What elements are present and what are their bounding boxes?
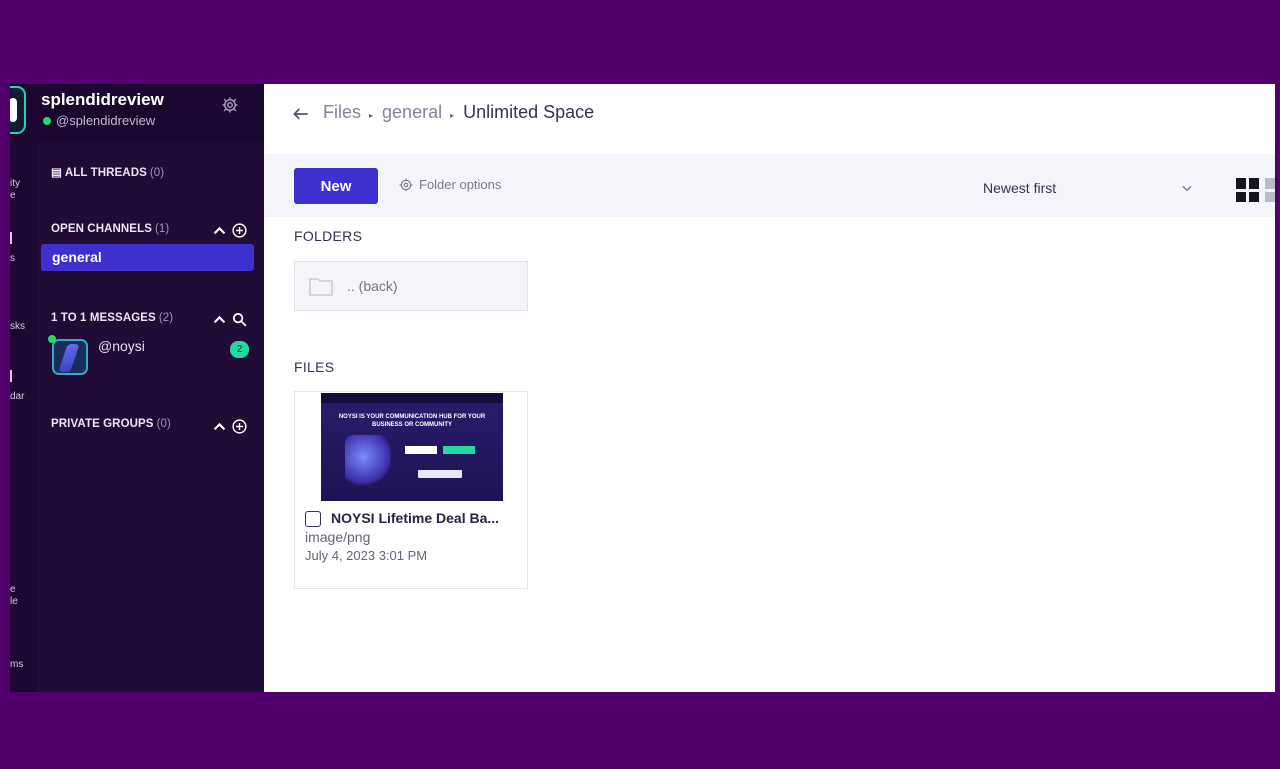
rail-label-channels[interactable]: s: [10, 253, 15, 265]
arrow-left-icon[interactable]: [291, 104, 311, 124]
user-handle: @splendidreview: [56, 113, 156, 128]
sidebar: splendidreview @splendidreview ▤ ALL THR…: [37, 84, 264, 692]
all-threads-link[interactable]: ▤ ALL THREADS (0): [51, 165, 164, 179]
rail-label-activity-2[interactable]: e: [10, 190, 16, 202]
files-header: Files ▸ general ▸ Unlimited Space: [264, 84, 1275, 154]
direct-messages-header: 1 TO 1 MESSAGES (2): [51, 312, 173, 324]
online-status-dot: [43, 117, 51, 125]
gear-icon[interactable]: [221, 96, 239, 114]
folder-options-label: Folder options: [419, 177, 502, 192]
private-groups-count: (0): [156, 418, 171, 430]
file-thumbnail[interactable]: NOYSI IS YOUR COMMUNICATION HUB FOR YOUR…: [321, 393, 503, 501]
files-main: Files ▸ general ▸ Unlimited Space New Fo…: [264, 84, 1275, 692]
chevron-down-icon[interactable]: [1179, 181, 1195, 195]
rail-label-people[interactable]: e: [10, 584, 16, 596]
breadcrumb-current: Unlimited Space: [463, 102, 595, 122]
list-view-icon[interactable]: [1265, 178, 1275, 202]
left-rail: ity e s sks dar e le ms: [10, 84, 37, 692]
thumbnail-nav: [321, 393, 503, 403]
app-window: ity e s sks dar e le ms splendidreview @…: [10, 84, 1275, 692]
all-threads-label: ALL THREADS: [64, 167, 147, 179]
breadcrumb-separator-icon: ▸: [450, 111, 455, 120]
new-button[interactable]: New: [294, 168, 378, 204]
private-groups-actions: [211, 418, 248, 435]
open-channels-label: OPEN CHANNELS: [51, 223, 152, 235]
folder-options-button[interactable]: Folder options: [399, 177, 501, 192]
workspace-name[interactable]: splendidreview: [41, 90, 164, 110]
folders-heading: FOLDERS: [294, 228, 363, 244]
open-channels-count: (1): [154, 223, 170, 235]
private-groups-label: PRIVATE GROUPS: [51, 418, 154, 430]
thumbnail-button: [443, 446, 475, 454]
direct-messages-label: 1 TO 1 MESSAGES: [51, 312, 156, 324]
folder-icon: [309, 278, 333, 296]
breadcrumb-separator-icon: ▸: [369, 111, 374, 120]
all-threads-count: (0): [149, 167, 165, 179]
chevron-up-icon[interactable]: [211, 222, 228, 239]
add-group-icon[interactable]: [231, 418, 248, 435]
file-date: July 4, 2023 3:01 PM: [305, 548, 428, 563]
search-icon[interactable]: [231, 311, 248, 328]
file-name[interactable]: NOYSI Lifetime Deal Ba...: [331, 510, 499, 526]
rail-label-calendar[interactable]: dar: [10, 391, 24, 403]
open-channels-header: OPEN CHANNELS (1): [51, 223, 169, 235]
open-channels-actions: [211, 222, 248, 239]
thumbnail-headline: NOYSI IS YOUR COMMUNICATION HUB FOR YOUR…: [338, 414, 486, 428]
unread-badge: 2: [230, 341, 249, 358]
rail-channels-icon[interactable]: [10, 232, 12, 244]
gear-icon: [399, 178, 413, 191]
direct-messages-count: (2): [158, 312, 174, 324]
breadcrumb-general[interactable]: general: [382, 102, 442, 123]
chevron-up-icon[interactable]: [211, 418, 228, 435]
file-card[interactable]: NOYSI IS YOUR COMMUNICATION HUB FOR YOUR…: [294, 391, 528, 589]
rail-label-teams[interactable]: ms: [10, 659, 23, 671]
file-type: image/png: [305, 529, 371, 545]
add-channel-icon[interactable]: [231, 222, 248, 239]
chevron-up-icon[interactable]: [211, 311, 228, 328]
folder-back-label: .. (back): [347, 278, 398, 294]
file-select-checkbox[interactable]: [305, 511, 321, 527]
folder-back[interactable]: .. (back): [294, 261, 528, 311]
breadcrumb-files[interactable]: Files: [323, 102, 361, 123]
thumbnail-cta: [418, 470, 462, 478]
private-groups-header: PRIVATE GROUPS (0): [51, 418, 171, 430]
threads-icon: ▤: [51, 167, 62, 179]
rail-label-people-2[interactable]: le: [10, 596, 18, 608]
rail-label-tasks[interactable]: sks: [10, 321, 25, 333]
grid-view-icon[interactable]: [1236, 178, 1260, 202]
avatar[interactable]: [52, 339, 88, 375]
workspace-header: splendidreview @splendidreview: [37, 84, 264, 143]
thumbnail-input: [405, 446, 437, 454]
files-heading: FILES: [294, 359, 335, 375]
rail-label-activity[interactable]: ity: [10, 178, 20, 190]
dm-online-dot: [48, 335, 56, 343]
rail-calendar-icon[interactable]: [10, 370, 12, 382]
channel-general[interactable]: general: [41, 244, 254, 271]
sort-select[interactable]: Newest first: [983, 180, 1056, 196]
files-toolbar: New Folder options Newest first: [264, 154, 1275, 217]
thumbnail-artwork: [345, 435, 391, 489]
direct-messages-actions: [211, 311, 248, 328]
dm-noysi[interactable]: @noysi: [98, 338, 145, 354]
app-logo[interactable]: [10, 86, 26, 134]
breadcrumb: Files ▸ general ▸ Unlimited Space: [323, 102, 594, 123]
